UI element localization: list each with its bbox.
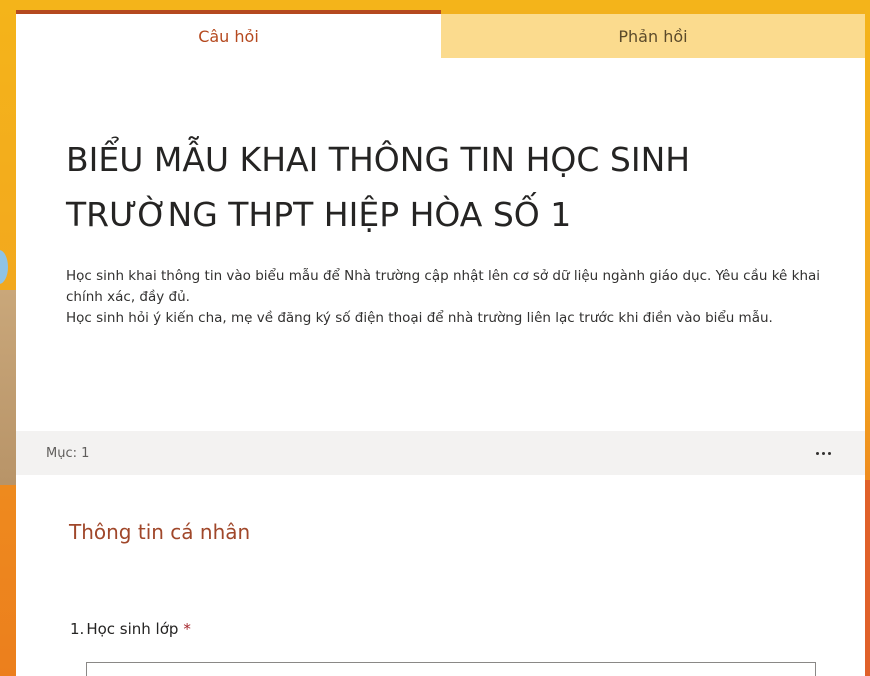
form-tabs: Câu hỏi Phản hồi xyxy=(16,10,865,58)
form-description-line: Học sinh khai thông tin vào biểu mẫu để … xyxy=(66,268,821,305)
background-decoration xyxy=(0,250,8,284)
section-label: Mục: 1 xyxy=(46,445,90,461)
section-title: Thông tin cá nhân xyxy=(69,520,251,544)
tab-questions-label: Câu hỏi xyxy=(198,26,259,46)
question-number: 1. xyxy=(70,620,85,638)
section-header-bar: Mục: 1 xyxy=(16,431,865,475)
form-description-line: Học sinh hỏi ý kiến cha, mẹ về đăng ký s… xyxy=(66,310,773,326)
required-marker: * xyxy=(183,620,191,638)
question-label: Học sinh lớp xyxy=(86,620,179,638)
tab-responses[interactable]: Phản hồi xyxy=(441,10,865,58)
more-horizontal-icon xyxy=(815,451,831,455)
question-item: 1. Học sinh lớp * xyxy=(70,620,830,676)
form-title: BIỂU MẪU KHAI THÔNG TIN HỌC SINH TRƯỜNG … xyxy=(66,140,691,234)
tab-questions[interactable]: Câu hỏi xyxy=(16,10,441,58)
question-header: 1. Học sinh lớp * xyxy=(70,620,830,638)
form-card: Câu hỏi Phản hồi BIỂU MẪU KHAI THÔNG TIN… xyxy=(16,10,865,676)
answer-input[interactable] xyxy=(86,662,816,676)
tab-responses-label: Phản hồi xyxy=(618,26,688,46)
background-image-edge xyxy=(0,290,16,485)
form-description: Học sinh khai thông tin vào biểu mẫu để … xyxy=(66,266,826,329)
section-more-button[interactable] xyxy=(811,441,835,465)
